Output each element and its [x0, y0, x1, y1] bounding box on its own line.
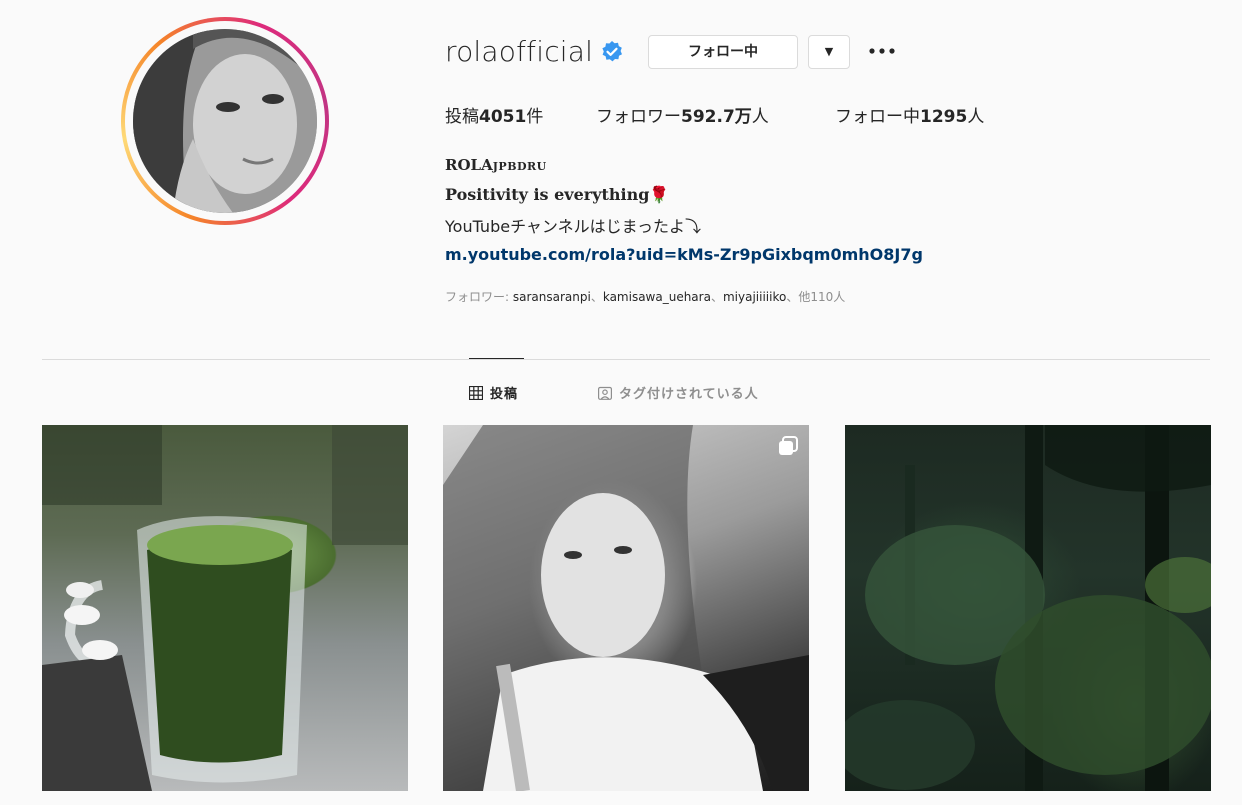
separator: 、 [710, 290, 723, 304]
post-image [443, 425, 809, 791]
followers-suffix: 人 [751, 107, 769, 127]
followed-by-account[interactable]: miyajiiiiiko [723, 290, 786, 304]
bio-line-1: Positivity is everything🌹 [445, 185, 670, 204]
post-image [42, 425, 408, 791]
followed-by-account[interactable]: kamisawa_uehara [603, 290, 711, 304]
tagged-user-icon [598, 386, 612, 400]
following-label: フォロー中 [835, 107, 920, 127]
post-thumbnail[interactable] [845, 425, 1211, 791]
suggested-dropdown-button[interactable]: ▼ [808, 35, 850, 69]
ellipsis-icon [869, 48, 895, 54]
post-thumbnail[interactable] [443, 425, 809, 791]
followed-by-account[interactable]: saransaranpi [513, 290, 591, 304]
tab-posts[interactable]: 投稿 [469, 383, 518, 402]
avatar[interactable] [133, 29, 317, 213]
tab-posts-label: 投稿 [490, 387, 519, 402]
followers-number: 592.7万 [681, 107, 752, 127]
bio-external-link[interactable]: m.youtube.com/rola?uid=kMs-Zr9pGixbqm0mh… [445, 245, 923, 264]
followed-by-others: 他110人 [798, 290, 846, 304]
full-name-suffix: JPBDRU [492, 160, 547, 173]
section-divider [42, 359, 1210, 360]
posts-count: 投稿4051件 [445, 102, 543, 127]
following-button[interactable]: フォロー中 [648, 35, 798, 69]
following-number: 1295 [920, 107, 968, 127]
bio-line-2: YouTubeチャンネルはじまったよ⤵︎ [445, 217, 701, 236]
followed-by[interactable]: フォロワー: saransaranpi、kamisawa_uehara、miya… [445, 288, 845, 305]
verified-badge-icon [600, 40, 624, 64]
avatar-image [133, 29, 317, 213]
followed-by-prefix: フォロワー: [445, 290, 513, 304]
posts-number: 4051 [479, 107, 527, 127]
post-thumbnail[interactable] [42, 425, 408, 791]
full-name-main: ROLA [445, 156, 493, 174]
more-options-button[interactable] [866, 36, 898, 66]
following-link[interactable]: フォロー中1295人 [835, 102, 984, 127]
tab-tagged[interactable]: タグ付けされている人 [598, 383, 759, 402]
carousel-icon [779, 436, 798, 455]
separator: 、 [786, 290, 799, 304]
followers-link[interactable]: フォロワー592.7万人 [596, 102, 769, 127]
tab-tagged-label: タグ付けされている人 [619, 387, 759, 402]
followers-label: フォロワー [596, 107, 681, 127]
active-tab-indicator [469, 358, 524, 359]
username: rolaofficial [445, 35, 594, 68]
grid-icon [469, 385, 483, 400]
separator: 、 [590, 290, 603, 304]
posts-label: 投稿 [445, 107, 479, 127]
posts-suffix: 件 [526, 107, 544, 127]
full-name: ROLAJPBDRU [445, 156, 547, 174]
caret-down-icon: ▼ [824, 45, 834, 58]
following-suffix: 人 [967, 107, 985, 127]
post-image [845, 425, 1211, 791]
